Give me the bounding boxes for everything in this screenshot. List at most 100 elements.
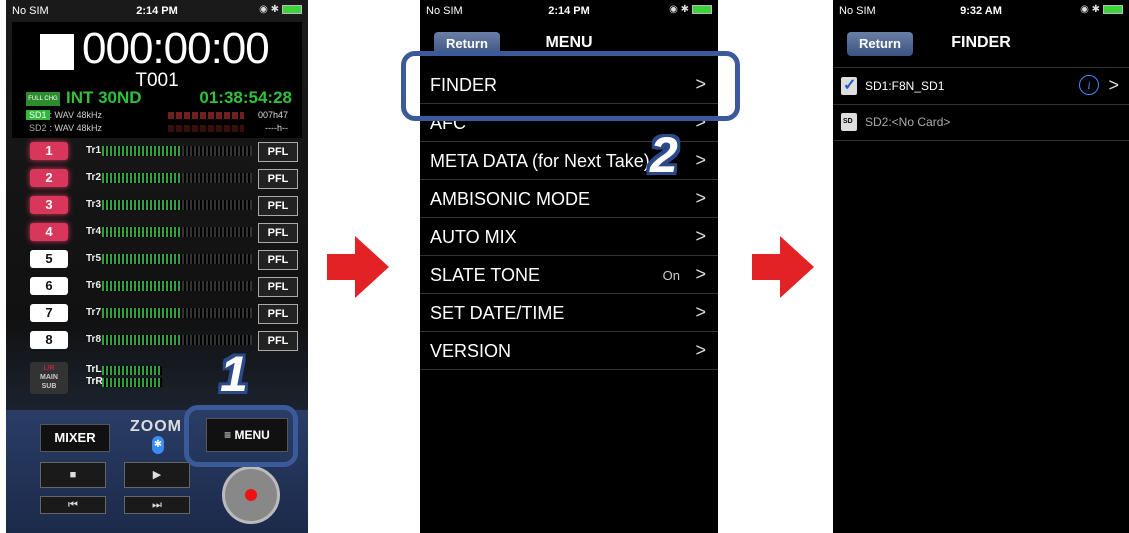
lr-main-sub-button[interactable]: L/R MAIN SUB (30, 362, 68, 394)
sd2-row: SD2: WAV 48kHz (29, 123, 103, 133)
track-6-button[interactable]: 6 (30, 277, 68, 295)
chevron-right-icon: > (695, 302, 706, 322)
menu-item[interactable]: AMBISONIC MODE > (420, 180, 718, 218)
arrow-right-icon (752, 236, 814, 298)
track-row: 4 Tr4 PFL (20, 222, 306, 244)
sd1-remain: 007h47 (257, 110, 288, 120)
pfl-button[interactable]: PFL (258, 277, 298, 297)
pfl-button[interactable]: PFL (258, 169, 298, 189)
track-label: Tr3 (86, 199, 102, 210)
sd2-label: SD2:<No Card> (865, 115, 951, 129)
battery-icon (282, 4, 302, 14)
pfl-button[interactable]: PFL (258, 304, 298, 324)
chevron-right-icon: > (695, 188, 706, 208)
next-button[interactable]: ⏭ (124, 496, 190, 514)
info-icon[interactable]: i (1079, 75, 1099, 95)
status-bar: No SIM 9:32 AM ◉ ✱ (833, 0, 1129, 20)
track-level-meter-bg (182, 308, 252, 318)
status-bar: No SIM 2:14 PM ◉ ✱ (420, 0, 718, 20)
chevron-right-icon: > (1108, 75, 1119, 95)
prev-button[interactable]: ⏮ (40, 496, 106, 514)
finder-row-sd2[interactable]: SD2:<No Card> (833, 104, 1129, 141)
track-8-button[interactable]: 8 (30, 331, 68, 349)
track-label: Tr4 (86, 226, 102, 237)
status-icons: ◉ ✱ (669, 4, 712, 15)
menu-item[interactable]: SET DATE/TIME > (420, 294, 718, 332)
track-7-button[interactable]: 7 (30, 304, 68, 322)
track-level-meter-bg (182, 200, 252, 210)
stop-indicator-icon (40, 34, 74, 70)
track-3-button[interactable]: 3 (30, 196, 68, 214)
arrow-right-icon (327, 236, 389, 298)
sd1-track-map (168, 112, 244, 119)
menu-item-value: On (662, 268, 680, 283)
trr-label: TrR (86, 376, 103, 387)
chevron-right-icon: > (695, 226, 706, 246)
recording-panel: 000:00:00 T001 FULL CHG INT 30ND 01:38:5… (12, 22, 302, 138)
sd2-track-map (168, 125, 244, 132)
mixer-button[interactable]: MIXER (40, 424, 110, 452)
sd1-row: SD1: WAV 48kHz (26, 110, 102, 120)
record-button[interactable] (222, 466, 280, 524)
menu-item-label: SET DATE/TIME (430, 303, 565, 323)
timecode-display: 000:00:00 (82, 24, 270, 73)
battery-badge: FULL CHG (26, 92, 60, 106)
play-button[interactable]: ▶ (124, 462, 190, 488)
track-row: 1 Tr1 PFL (20, 141, 306, 163)
page-title: MENU (545, 34, 593, 51)
track-2-button[interactable]: 2 (30, 169, 68, 187)
pfl-button[interactable]: PFL (258, 196, 298, 216)
track-level-meter-bg (182, 335, 252, 345)
status-icons: ◉ ✱ (259, 4, 302, 15)
track-5-button[interactable]: 5 (30, 250, 68, 268)
sd1-label: SD1:F8N_SD1 (865, 79, 945, 93)
sd-card-checked-icon (841, 75, 857, 95)
track-4-button[interactable]: 4 (30, 223, 68, 241)
callout-menu-highlight (184, 405, 298, 467)
track-level-meter (102, 200, 182, 210)
pfl-button[interactable]: PFL (258, 331, 298, 351)
input-info: INT 30ND (66, 88, 142, 107)
finder-screen: No SIM 9:32 AM ◉ ✱ Return FINDER SD1:F8N… (833, 0, 1129, 533)
track-label: Tr7 (86, 307, 102, 318)
menu-item-label: AUTO MIX (430, 227, 517, 247)
track-level-meter (102, 281, 182, 291)
trl-meter (102, 366, 162, 375)
pfl-button[interactable]: PFL (258, 223, 298, 243)
track-level-meter-bg (182, 281, 252, 291)
pfl-button[interactable]: PFL (258, 250, 298, 270)
bluetooth-icon: ✱ (152, 436, 164, 454)
track-level-meter-bg (182, 227, 252, 237)
track-label: Tr6 (86, 280, 102, 291)
track-label: Tr5 (86, 253, 102, 264)
menu-item[interactable]: SLATE TONE On > (420, 256, 718, 294)
track-level-meter (102, 146, 182, 156)
menu-item[interactable]: VERSION > (420, 332, 718, 370)
stop-button[interactable]: ■ (40, 462, 106, 488)
chevron-right-icon: > (695, 264, 706, 284)
track-level-meter (102, 173, 182, 183)
status-icons: ◉ ✱ (1080, 4, 1123, 15)
finder-row-sd1[interactable]: SD1:F8N_SD1 i > (833, 67, 1129, 105)
menu-item[interactable]: AUTO MIX > (420, 218, 718, 256)
battery-icon (692, 4, 712, 14)
nav-bar: Return FINDER (833, 22, 1129, 64)
menu-item-label: META DATA (for Next Take) (430, 151, 650, 171)
battery-icon (1103, 4, 1123, 14)
sd-card-icon (841, 113, 857, 131)
track-level-meter (102, 335, 182, 345)
track-level-meter-bg (182, 254, 252, 264)
track-row: 5 Tr5 PFL (20, 249, 306, 271)
step-number-2: 2 (650, 127, 678, 183)
track-level-meter-bg (182, 173, 252, 183)
track-level-meter (102, 308, 182, 318)
track-row: 8 Tr8 PFL (20, 330, 306, 352)
pfl-button[interactable]: PFL (258, 142, 298, 162)
trl-label: TrL (86, 364, 102, 375)
track-row: 3 Tr3 PFL (20, 195, 306, 217)
track-label: Tr2 (86, 172, 102, 183)
trr-meter (102, 378, 162, 387)
track-level-meter (102, 254, 182, 264)
track-label: Tr1 (86, 145, 102, 156)
track-1-button[interactable]: 1 (30, 142, 68, 160)
